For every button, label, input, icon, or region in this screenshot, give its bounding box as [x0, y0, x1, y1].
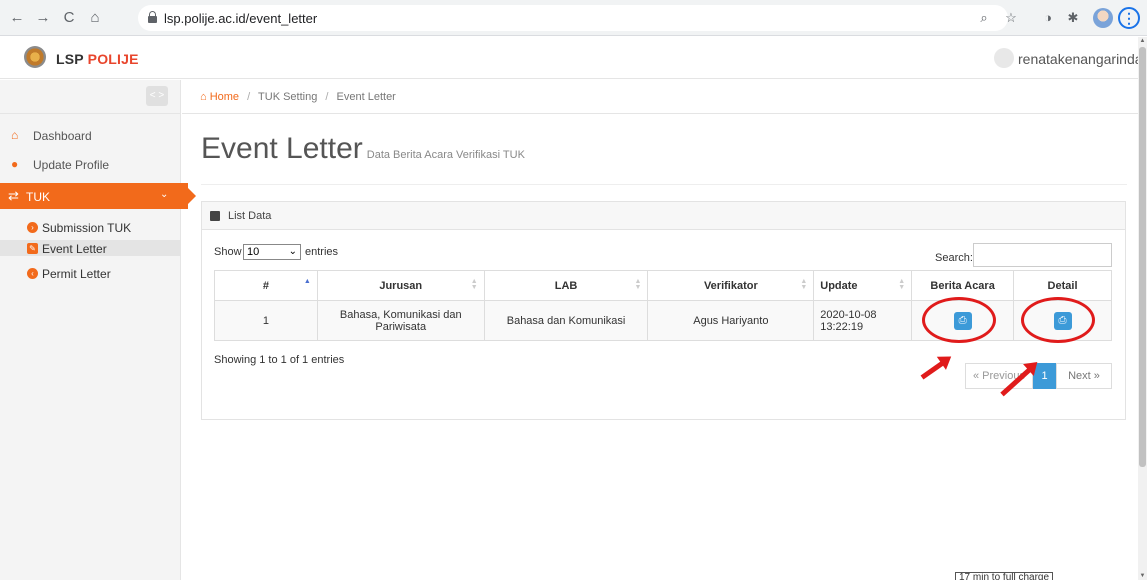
pagination-next[interactable]: Next » [1056, 363, 1112, 389]
back-icon[interactable]: ← [8, 9, 26, 27]
sidebar: < > ⌂ Dashboard ● Update Profile ⇄ TUK ⌄… [0, 80, 196, 580]
sidebar-toggle-button[interactable]: < > [146, 86, 168, 106]
breadcrumb-home[interactable]: Home [210, 91, 239, 103]
cell-lab: Bahasa dan Komunikasi [483, 300, 649, 341]
browser-toolbar: ← → C ⌂ lsp.polije.ac.id/event_letter ⌕ … [0, 0, 1147, 36]
brand-lsp: LSP [56, 51, 84, 67]
column-header-number[interactable]: # ▲ [214, 270, 318, 301]
entries-select-value: 10 [247, 246, 260, 258]
profile-avatar-icon[interactable] [1093, 8, 1113, 28]
breadcrumb-separator: / [325, 91, 329, 103]
cell-number: 1 [214, 300, 318, 341]
sidebar-item-dashboard[interactable]: ⌂ Dashboard [0, 124, 181, 146]
header-label: Verifikator [703, 279, 758, 292]
search-input[interactable] [973, 243, 1112, 267]
column-header-lab[interactable]: LAB ▲ ▼ [483, 270, 649, 301]
user-icon: ● [11, 157, 19, 171]
exchange-icon: ⇄ [8, 188, 19, 203]
column-header-jurusan[interactable]: Jurusan ▲ ▼ [316, 270, 485, 301]
cell-update: 2020-10-08 13:22:19 [813, 300, 913, 341]
scroll-up-icon[interactable]: ▲ [1138, 37, 1147, 45]
sidebar-subitem-label: Permit Letter [42, 267, 111, 281]
zoom-icon[interactable]: ⌕ [975, 9, 993, 27]
forward-icon[interactable]: → [34, 9, 52, 27]
table-info: Showing 1 to 1 of 1 entries [214, 354, 345, 366]
address-bar[interactable]: lsp.polije.ac.id/event_letter [138, 5, 1008, 31]
brand-name[interactable]: LSP POLIJE [56, 51, 139, 67]
header-label: Jurusan [379, 279, 423, 292]
chevron-down-icon: ⌄ [160, 189, 169, 200]
edit-square-icon: ✎ [27, 243, 38, 254]
scroll-down-icon[interactable]: ▼ [1138, 572, 1147, 580]
breadcrumb-separator: / [247, 91, 251, 103]
column-header-verifikator[interactable]: Verifikator ▲ ▼ [647, 270, 815, 301]
battery-tooltip: 17 min to full charge [955, 572, 1054, 580]
sort-icon: ▲ ▼ [898, 278, 906, 291]
column-header-berita-acara: Berita Acara [911, 270, 1015, 301]
entries-label: entries [305, 246, 339, 258]
header-label: LAB [554, 279, 578, 292]
page-scrollbar[interactable]: ▲ ▼ [1138, 37, 1147, 580]
panel-header: List Data [202, 202, 1125, 230]
page-title-text: Event Letter [201, 132, 363, 165]
cell-jurusan: Bahasa, Komunikasi dan Pariwisata [316, 300, 485, 341]
table-header-row: # ▲ Jurusan ▲ ▼ LAB ▲ ▼ Verifikator ▲ ▼ Update ▲… [214, 270, 1112, 301]
column-header-update[interactable]: Update ▲ ▼ [813, 270, 913, 301]
sidebar-item-label: Dashboard [33, 129, 92, 143]
edit-square-icon [210, 211, 220, 221]
page-subtitle: Data Berita Acara Verifikasi TUK [366, 149, 525, 161]
header-label: Berita Acara [930, 279, 995, 292]
panel-title: List Data [228, 210, 272, 222]
sort-asc-icon: ▲ [303, 278, 311, 285]
home-icon: ⌂ [11, 128, 19, 142]
arrow-circle-icon: ‹ [27, 268, 38, 279]
header-label: Update [820, 279, 858, 292]
breadcrumb-home-icon[interactable]: ⌂ [200, 91, 210, 103]
breadcrumb-tuk-setting[interactable]: TUK Setting [258, 91, 317, 103]
brand-polije: POLIJE [87, 51, 139, 67]
breadcrumb-current: Event Letter [336, 91, 396, 103]
reload-icon[interactable]: C [60, 9, 78, 27]
user-avatar [994, 48, 1014, 68]
arrow-circle-icon: › [27, 222, 38, 233]
scrollbar-thumb[interactable] [1139, 47, 1146, 467]
entries-per-page-select[interactable]: 10 ⌄ [243, 244, 301, 260]
star-icon[interactable]: ☆ [1002, 9, 1020, 27]
chevron-down-icon: ⌄ [288, 246, 297, 257]
show-label: Show [214, 246, 242, 258]
annotation-circle [922, 297, 996, 343]
sidebar-subitem-permit-letter[interactable]: ‹ Permit Letter [0, 265, 181, 281]
cell-verifikator: Agus Hariyanto [647, 300, 815, 341]
lock-icon [148, 11, 157, 23]
home-icon[interactable]: ⌂ [86, 9, 104, 27]
sidebar-item-update-profile[interactable]: ● Update Profile [0, 153, 181, 175]
sidebar-toggle-bar: < > [0, 80, 181, 114]
page-title: Event Letter Data Berita Acara Verifikasi… [201, 132, 525, 166]
sort-icon: ▲ ▼ [800, 278, 808, 291]
divider [201, 184, 1127, 185]
breadcrumb-bar: ⌂ Home / TUK Setting / Event Letter [182, 80, 1138, 114]
browser-menu-icon[interactable]: ⋮ [1118, 7, 1140, 29]
sidebar-subitem-label: Submission TUK [42, 221, 132, 235]
sort-icon: ▲ ▼ [634, 278, 642, 291]
sidebar-subitem-label: Event Letter [42, 242, 107, 256]
breadcrumb: ⌂ Home / TUK Setting / Event Letter [200, 91, 396, 103]
header-label: # [262, 279, 269, 292]
header-label: Detail [1047, 279, 1078, 292]
sidebar-item-tuk[interactable]: ⇄ TUK ⌄ [0, 183, 196, 209]
sidebar-item-label: TUK [26, 190, 50, 204]
app-header: LSP POLIJE renatakenangarinda ⌄ [0, 37, 1143, 79]
annotation-circle [1021, 297, 1095, 343]
sidebar-subitem-event-letter[interactable]: ✎ Event Letter [0, 240, 181, 256]
url-text: lsp.polije.ac.id/event_letter [164, 11, 318, 26]
puzzle-icon[interactable]: ✱ [1064, 9, 1082, 27]
sidebar-item-label: Update Profile [33, 158, 110, 172]
extension-icon[interactable]: ◑ [1039, 9, 1057, 27]
user-name: renatakenangarinda [1018, 51, 1143, 67]
logo-icon[interactable] [24, 46, 46, 68]
sidebar-subitem-submission-tuk[interactable]: › Submission TUK [0, 219, 181, 235]
column-header-detail: Detail [1013, 270, 1112, 301]
search-label: Search: [935, 252, 973, 264]
sort-icon: ▲ ▼ [470, 278, 478, 291]
